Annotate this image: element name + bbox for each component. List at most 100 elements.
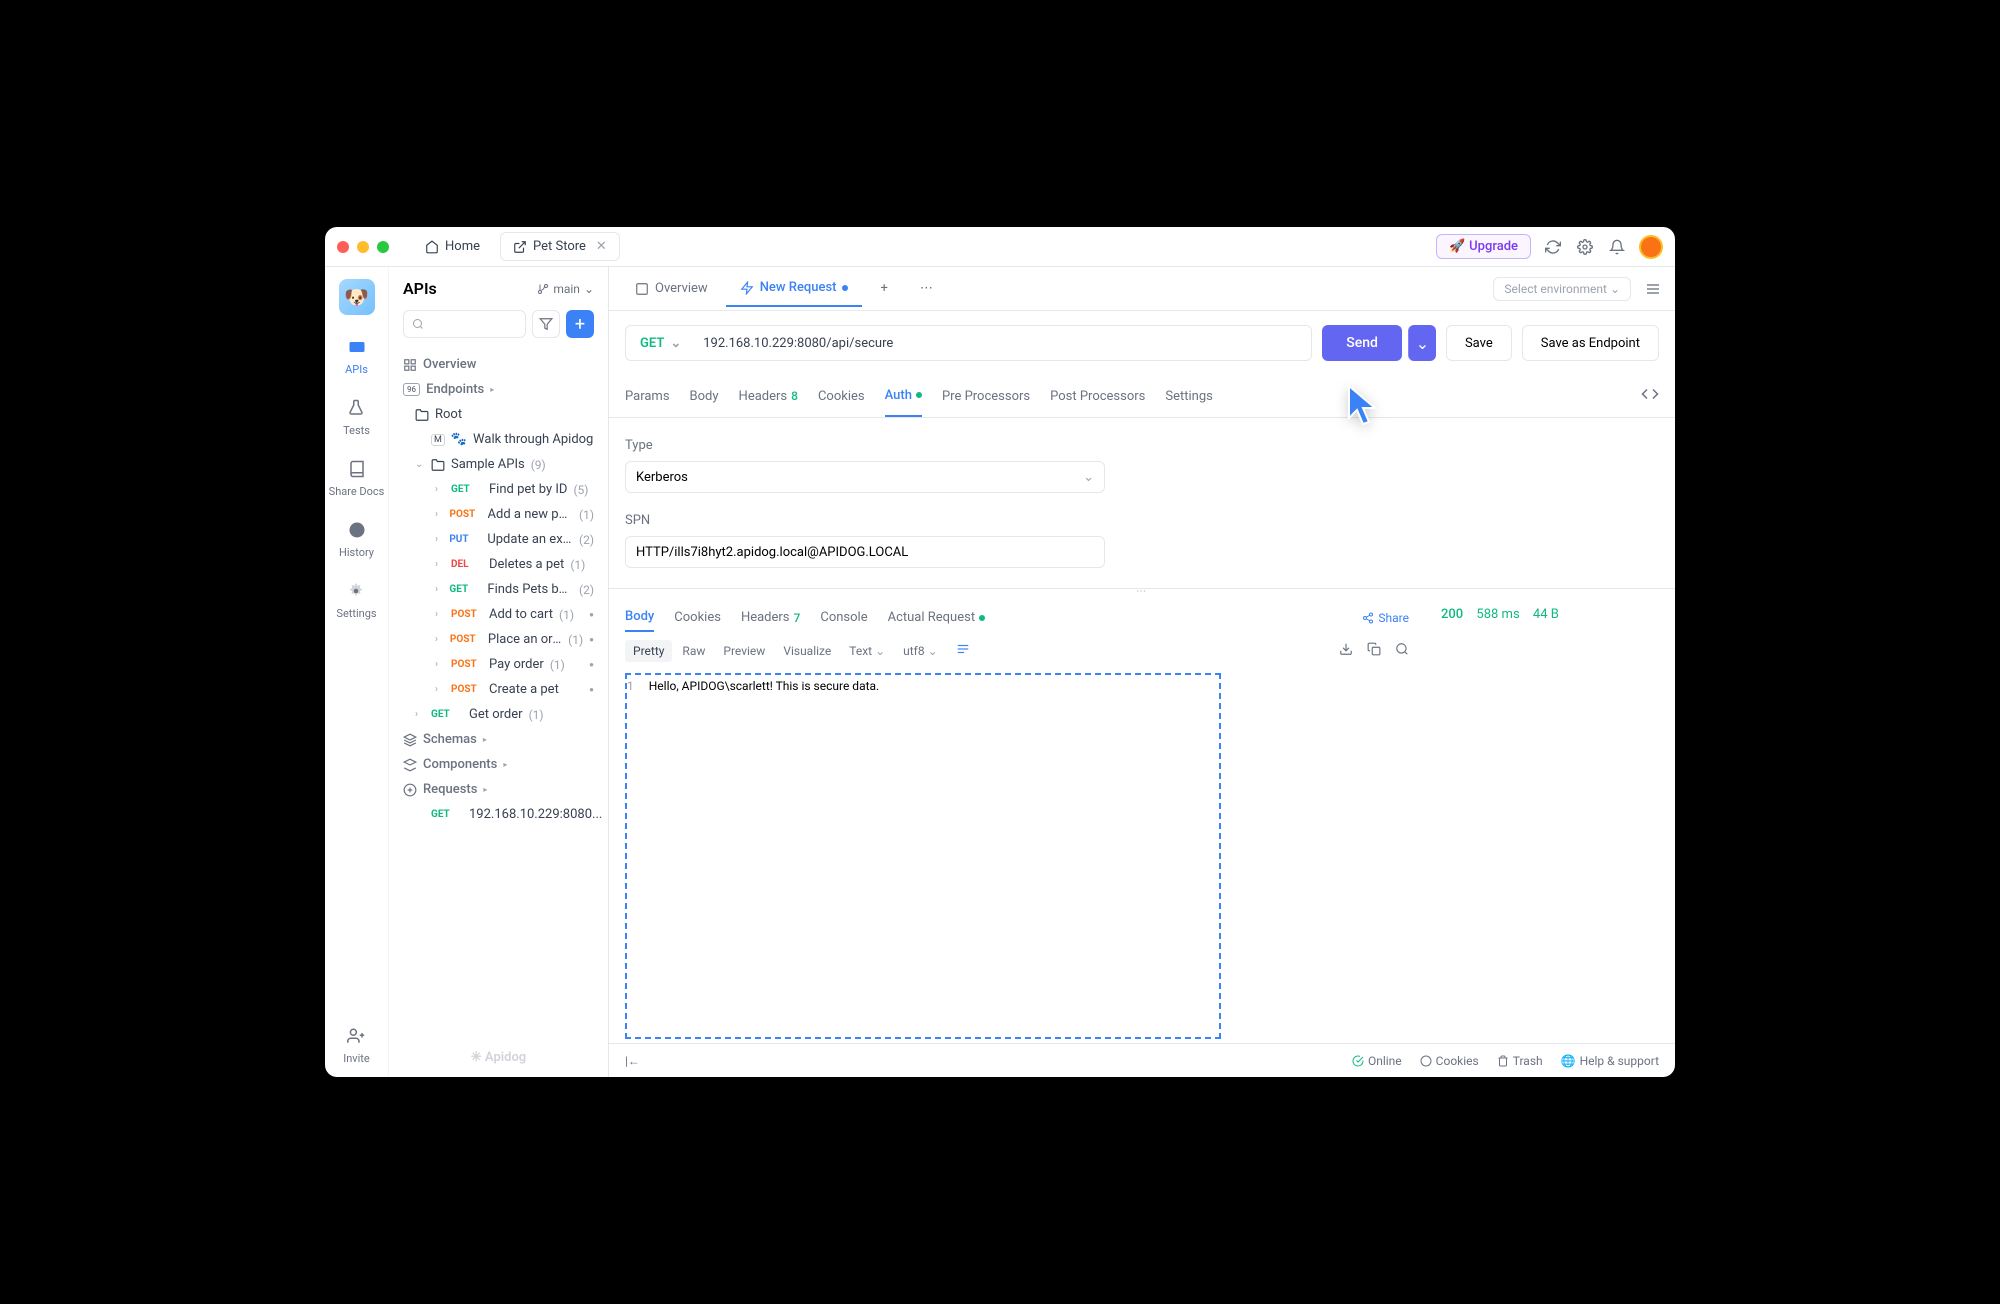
sidebar: APIs main ⌄ + Overview bbox=[389, 267, 609, 1077]
status-cookies[interactable]: Cookies bbox=[1420, 1054, 1479, 1068]
environment-selector[interactable]: Select environment ⌄ bbox=[1493, 277, 1631, 301]
home-tab[interactable]: Home bbox=[413, 233, 492, 260]
response-body[interactable]: 1 Hello, APIDOG\scarlett! This is secure… bbox=[609, 669, 1425, 1043]
search-response-icon[interactable] bbox=[1395, 642, 1409, 659]
tree-overview[interactable]: Overview bbox=[395, 352, 602, 377]
code-view-icon[interactable] bbox=[1641, 375, 1659, 417]
status-dot-icon: ● bbox=[589, 610, 594, 619]
tree-endpoints[interactable]: 96 Endpoints ▸ bbox=[395, 377, 602, 402]
response-area: ⋯ Body Cookies Headers 7 Console bbox=[609, 588, 1675, 1043]
tab-settings[interactable]: Settings bbox=[1165, 375, 1212, 417]
collapse-sidebar-icon[interactable]: |← bbox=[625, 1054, 640, 1068]
rail-history[interactable]: History bbox=[339, 518, 374, 559]
more-tabs-button[interactable]: ⋯ bbox=[906, 271, 947, 306]
tree-components[interactable]: Components ▸ bbox=[395, 752, 602, 777]
rail-tests[interactable]: Tests bbox=[343, 396, 370, 437]
view-utf8[interactable]: utf8 ⌄ bbox=[895, 640, 946, 662]
tab-overview[interactable]: Overview bbox=[621, 271, 722, 306]
minimize-window[interactable] bbox=[357, 241, 369, 253]
user-avatar[interactable] bbox=[1639, 235, 1663, 259]
notifications-icon[interactable] bbox=[1607, 237, 1627, 257]
settings-icon[interactable] bbox=[1575, 237, 1595, 257]
filter-button[interactable] bbox=[532, 310, 560, 338]
rail-settings[interactable]: Settings bbox=[336, 579, 376, 620]
branch-selector[interactable]: main ⌄ bbox=[537, 282, 594, 296]
tab-pre-processors[interactable]: Pre Processors bbox=[942, 375, 1030, 417]
tree-request-item[interactable]: GET 192.168.10.229:8080... bbox=[395, 802, 602, 827]
resp-tab-headers[interactable]: Headers 7 bbox=[741, 604, 800, 631]
tree-endpoint-item[interactable]: › POST Add a new pet t... (1) bbox=[395, 502, 602, 527]
resp-tab-body[interactable]: Body bbox=[625, 603, 654, 632]
rail-invite[interactable]: Invite bbox=[343, 1024, 370, 1065]
tab-auth[interactable]: Auth bbox=[885, 375, 922, 417]
main-area: 🐶 APIs Tests Share Docs History Settings bbox=[325, 267, 1675, 1077]
close-tab-icon[interactable]: ✕ bbox=[596, 239, 607, 254]
tree-walkthrough[interactable]: M 🐾 Walk through Apidog bbox=[395, 427, 602, 452]
resp-tab-cookies[interactable]: Cookies bbox=[674, 604, 721, 631]
tree-schemas[interactable]: Schemas ▸ bbox=[395, 727, 602, 752]
view-raw[interactable]: Raw bbox=[674, 640, 713, 662]
content-tabs: Overview New Request + ⋯ Select environm… bbox=[609, 267, 1675, 311]
tree-sample-apis[interactable]: ⌄ Sample APIs (9) bbox=[395, 452, 602, 477]
chevron-down-icon: ⌄ bbox=[928, 644, 938, 658]
view-text[interactable]: Text ⌄ bbox=[841, 640, 893, 662]
tree-endpoint-item[interactable]: › POST Add to cart (1) ● bbox=[395, 602, 602, 627]
titlebar: Home Pet Store ✕ 🚀 Upgrade bbox=[325, 227, 1675, 267]
status-online[interactable]: Online bbox=[1352, 1054, 1402, 1068]
auth-active-dot-icon bbox=[916, 392, 922, 398]
unsaved-dot-icon bbox=[842, 285, 848, 291]
tab-params[interactable]: Params bbox=[625, 375, 670, 417]
tree-endpoint-item[interactable]: › DEL Deletes a pet (1) bbox=[395, 552, 602, 577]
tree-endpoint-item[interactable]: › GET Find pet by ID (5) bbox=[395, 477, 602, 502]
save-button[interactable]: Save bbox=[1446, 325, 1512, 361]
tab-cookies[interactable]: Cookies bbox=[818, 375, 865, 417]
upgrade-button[interactable]: 🚀 Upgrade bbox=[1436, 234, 1531, 259]
response-view-tabs: Pretty Raw Preview Visualize Text ⌄ utf8… bbox=[609, 632, 1425, 669]
auth-type-select[interactable]: Kerberos ⌄ bbox=[625, 461, 1105, 493]
spn-input[interactable]: HTTP/ills7i8hyt2.apidog.local@APIDOG.LOC… bbox=[625, 536, 1105, 568]
rail-sharedocs[interactable]: Share Docs bbox=[329, 457, 385, 498]
maximize-window[interactable] bbox=[377, 241, 389, 253]
url-field[interactable]: 192.168.10.229:8080/api/secure bbox=[695, 336, 1311, 351]
tree-root[interactable]: Root bbox=[395, 402, 602, 427]
resp-tab-actual[interactable]: Actual Request bbox=[888, 604, 985, 631]
folder-icon bbox=[415, 408, 429, 422]
project-tab[interactable]: Pet Store ✕ bbox=[500, 232, 620, 261]
share-button[interactable]: Share bbox=[1362, 611, 1409, 625]
endpoint-tree: Overview 96 Endpoints ▸ Root M 🐾 Walk th… bbox=[389, 348, 608, 1038]
close-window[interactable] bbox=[337, 241, 349, 253]
tree-endpoint-item[interactable]: › GET Finds Pets by st... (2) bbox=[395, 577, 602, 602]
view-visualize[interactable]: Visualize bbox=[775, 640, 839, 662]
view-preview[interactable]: Preview bbox=[715, 640, 773, 662]
tab-new-request[interactable]: New Request bbox=[726, 270, 863, 307]
tree-get-order[interactable]: › GET Get order (1) bbox=[395, 702, 602, 727]
status-trash[interactable]: Trash bbox=[1497, 1054, 1543, 1068]
tree-endpoint-item[interactable]: › POST Create a pet ● bbox=[395, 677, 602, 702]
tree-requests[interactable]: Requests ▸ bbox=[395, 777, 602, 802]
view-pretty[interactable]: Pretty bbox=[625, 640, 672, 662]
view-wrap-icon[interactable] bbox=[948, 638, 978, 663]
refresh-icon[interactable] bbox=[1543, 237, 1563, 257]
send-button[interactable]: Send bbox=[1322, 325, 1402, 361]
tab-headers[interactable]: Headers 8 bbox=[739, 375, 798, 417]
rail-apis[interactable]: APIs bbox=[345, 335, 369, 376]
tree-endpoint-item[interactable]: › PUT Update an existi... (2) bbox=[395, 527, 602, 552]
project-tab-label: Pet Store bbox=[533, 239, 586, 254]
project-logo[interactable]: 🐶 bbox=[339, 279, 375, 315]
resp-tab-console[interactable]: Console bbox=[820, 604, 867, 631]
panel-toggle-icon[interactable] bbox=[1643, 279, 1663, 299]
download-icon[interactable] bbox=[1339, 642, 1353, 659]
rail-apis-label: APIs bbox=[345, 363, 368, 376]
tree-endpoint-item[interactable]: › POST Pay order (1) ● bbox=[395, 652, 602, 677]
search-input[interactable] bbox=[403, 310, 526, 338]
status-help[interactable]: 🌐 Help & support bbox=[1561, 1054, 1659, 1068]
tab-post-processors[interactable]: Post Processors bbox=[1050, 375, 1145, 417]
copy-icon[interactable] bbox=[1367, 642, 1381, 659]
save-as-endpoint-button[interactable]: Save as Endpoint bbox=[1522, 325, 1659, 361]
method-selector[interactable]: GET ⌄ bbox=[626, 336, 695, 351]
send-dropdown[interactable]: ⌄ bbox=[1408, 325, 1436, 361]
tree-endpoint-item[interactable]: › POST Place an order (1) ● bbox=[395, 627, 602, 652]
tab-body[interactable]: Body bbox=[690, 375, 719, 417]
add-tab-button[interactable]: + bbox=[866, 271, 901, 306]
add-button[interactable]: + bbox=[566, 310, 594, 338]
